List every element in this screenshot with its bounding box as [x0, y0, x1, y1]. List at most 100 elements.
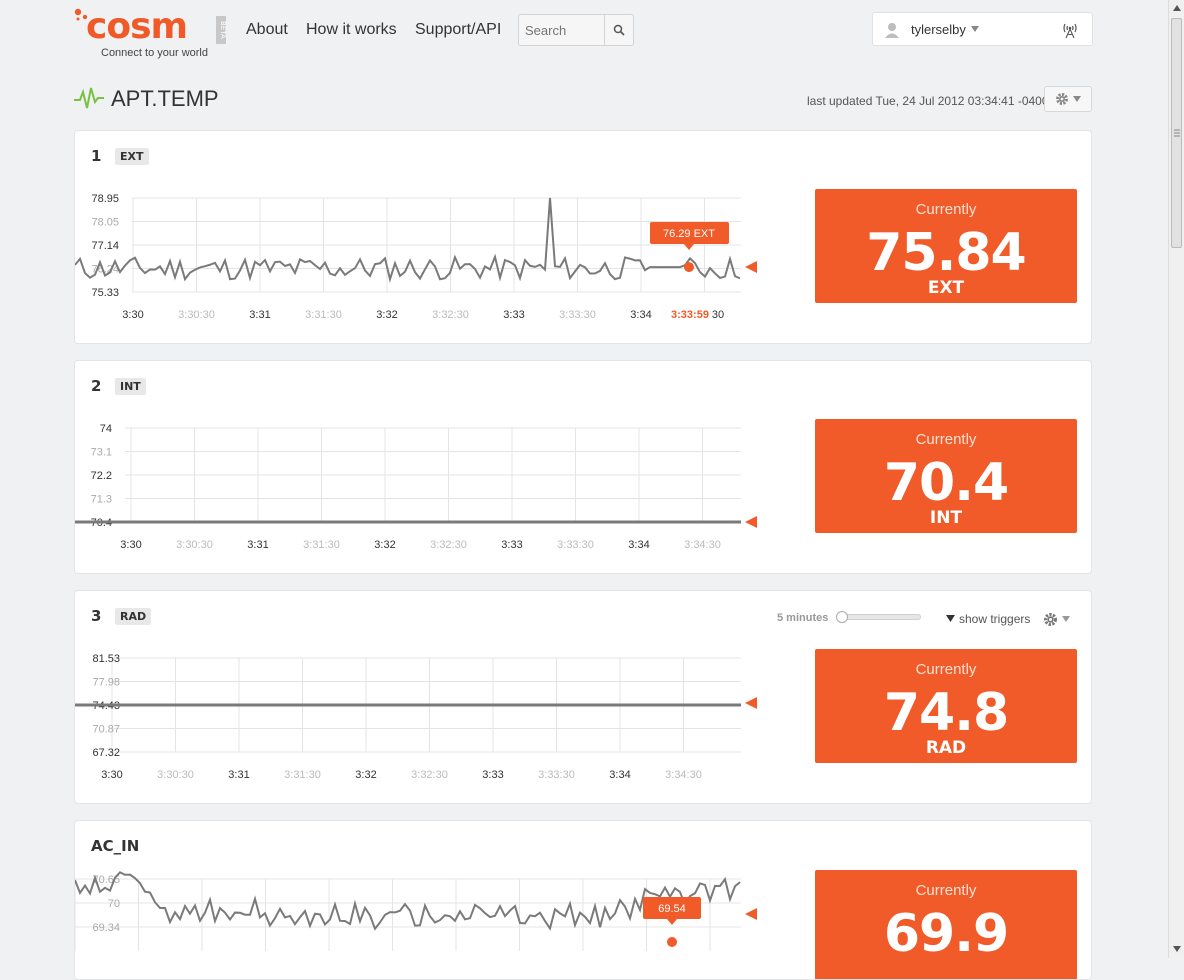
x-tick-label: 3:30: [101, 769, 122, 781]
datastream-card: AC_IN 70.65 70 69.34 69.54 Currently 69.9: [74, 820, 1092, 980]
tooltip-text: 76.29 EXT: [663, 228, 715, 240]
x-tick-label: 3:34: [609, 769, 630, 781]
y-tick-label: 81.53: [92, 653, 120, 665]
series-line: [75, 871, 741, 931]
current-label: Currently: [915, 882, 977, 899]
page-scrollbar[interactable]: [1168, 0, 1184, 958]
triangle-down-icon: [946, 615, 955, 622]
y-tick-label: 78.05: [91, 217, 119, 229]
tagline: Connect to your world: [101, 47, 208, 59]
latest-value-marker: [745, 261, 757, 273]
highlight-point: [684, 262, 694, 273]
x-tick-label: 3:34:30: [684, 539, 721, 551]
x-tick-label: 30: [712, 309, 724, 321]
datastream-chart[interactable]: 7473.172.271.370.43:30 3:30:30 3:31 3:31:30…: [75, 361, 775, 574]
y-tick-label: 72.2: [91, 470, 112, 482]
y-tick-label: 70.87: [92, 724, 120, 736]
search-icon: [613, 24, 625, 36]
feed-settings-button[interactable]: [1044, 86, 1092, 112]
tooltip-text: 69.54: [658, 903, 686, 915]
chevron-down-icon: [1062, 616, 1070, 622]
x-tick-label: 3:33: [501, 539, 522, 551]
current-value: 69.9: [883, 904, 1009, 964]
x-tick-label: 3:33:30: [559, 309, 596, 321]
current-label: Currently: [915, 431, 977, 448]
x-tick-label: 3:30: [122, 309, 143, 321]
nav-about[interactable]: About: [246, 21, 288, 39]
x-tick-label: 3:31:30: [305, 309, 342, 321]
current-unit: RAD: [925, 738, 967, 758]
x-tick-label: 3:30:30: [157, 769, 194, 781]
current-value-box: Currently 70.4 INT: [815, 419, 1077, 533]
x-tick-label: 3:32: [376, 309, 397, 321]
x-tick-label: 3:34:30: [665, 769, 702, 781]
x-tick-label: 3:30:30: [178, 309, 215, 321]
y-tick-label: 75.33: [91, 287, 119, 299]
grip-icon: [1174, 129, 1180, 137]
last-updated: last updated Tue, 24 Jul 2012 03:34:41 -…: [807, 94, 1049, 108]
user-name: tylerselby: [911, 22, 966, 37]
latest-value-marker: [745, 908, 757, 920]
range-slider[interactable]: [836, 611, 921, 623]
x-tick-label: 3:31:30: [303, 539, 340, 551]
search-input[interactable]: [525, 21, 605, 39]
datastream-settings-button[interactable]: [1043, 611, 1077, 627]
y-tick-label: 67.32: [92, 747, 120, 759]
x-tick-label: 3:30:30: [176, 539, 213, 551]
range-slider-handle[interactable]: [836, 611, 848, 623]
x-tick-label: 3:32: [355, 769, 376, 781]
x-tick-label: 3:32:30: [432, 309, 469, 321]
tooltip-pointer: [667, 919, 677, 925]
x-tick-label: 3:33:30: [538, 769, 575, 781]
datastream-card: 1 EXT 78.95 78.05 77.14 76.24 75.33 3:30 3:30:…: [74, 130, 1092, 344]
y-tick-label: 73.1: [91, 447, 112, 459]
antenna-icon[interactable]: [1062, 21, 1078, 39]
y-tick-label: 78.95: [91, 193, 119, 205]
datastream-card: 3 RAD 5 minutes show triggers 81.53 77.98…: [74, 590, 1092, 804]
pulse-icon: [74, 87, 104, 109]
x-tick-label: 3:33:30: [557, 539, 594, 551]
datastream-card: 2 INT 74 73.1 72.2 71.3 70.4 3:30 3:30:30 3:31 3…: [74, 360, 1092, 574]
nav-how-it-works[interactable]: How it works: [306, 21, 397, 39]
y-tick-label: 69.34: [92, 922, 120, 934]
datastream-chart[interactable]: 81.5377.9874.4370.8767.323:30 3:30:30 3:31…: [75, 591, 775, 804]
latest-value-marker: [745, 697, 757, 709]
scroll-down-icon[interactable]: [1173, 946, 1181, 952]
nav-support-api[interactable]: Support/API: [415, 21, 501, 39]
current-label: Currently: [915, 201, 977, 218]
gear-icon: [1044, 612, 1057, 626]
x-tick-label: 3:33: [503, 309, 524, 321]
search-box: [518, 14, 634, 46]
datastream-chart[interactable]: 78.9578.0577.1476.2475.333:30 3:30:30 3:31…: [75, 131, 775, 344]
feed-title: APT.TEMP: [111, 86, 219, 111]
scrollbar-thumb[interactable]: [1171, 18, 1182, 248]
scroll-up-icon[interactable]: [1173, 5, 1181, 11]
x-tick-label: 3:32:30: [411, 769, 448, 781]
series-line: [75, 197, 741, 283]
y-tick-label: 74: [100, 423, 112, 435]
range-label: 5 minutes: [777, 612, 829, 624]
x-tick-label: 3:31: [228, 769, 249, 781]
highlight-point: [667, 937, 677, 947]
logo-wordmark: cosm: [86, 6, 188, 47]
current-value: 70.4: [883, 453, 1009, 513]
current-unit: EXT: [927, 278, 965, 298]
x-tick-label: 3:31: [249, 309, 270, 321]
datastream-chart[interactable]: 70.657069.3469.54: [75, 821, 775, 980]
x-tick-label: 3:32: [374, 539, 395, 551]
user-menu[interactable]: tylerselby: [872, 12, 1093, 46]
current-value-box: Currently 75.84 EXT: [815, 189, 1077, 303]
current-value-box: Currently 69.9: [815, 870, 1077, 979]
y-tick-label: 71.3: [91, 494, 112, 506]
y-tick-label: 77.14: [91, 240, 119, 252]
y-tick-label: 70: [108, 898, 120, 910]
y-tick-label: 77.98: [92, 677, 120, 689]
x-tick-label: 3:32:30: [430, 539, 467, 551]
search-button[interactable]: [604, 15, 633, 45]
x-tick-label: 3:31:30: [284, 769, 321, 781]
latest-value-marker: [745, 516, 757, 528]
show-triggers-label: show triggers: [959, 612, 1031, 626]
current-value: 75.84: [866, 223, 1026, 283]
x-tick-label: 3:34: [630, 309, 651, 321]
chevron-down-icon: [1073, 96, 1081, 102]
